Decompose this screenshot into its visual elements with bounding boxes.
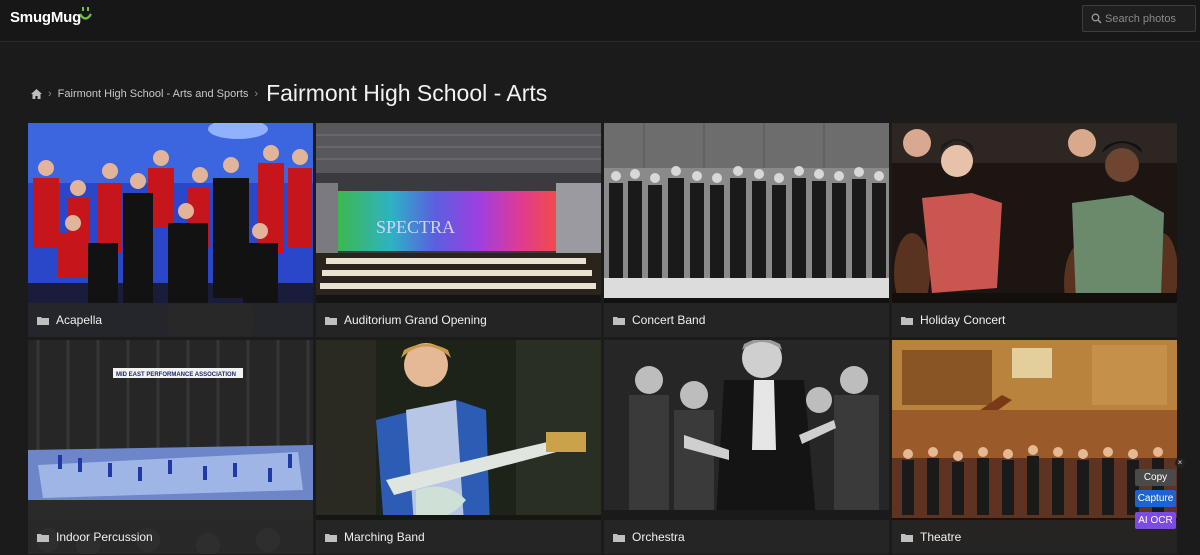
gallery-caption: Orchestra [604,520,889,554]
gallery-tile-acapella[interactable]: Acapella [28,123,313,337]
breadcrumb-link[interactable]: Fairmont High School - Arts and Sports [58,88,249,100]
gallery-tile-auditorium-grand-opening[interactable]: SPECTRA Auditorium Grand Opening [316,123,601,337]
smiley-face-icon [79,7,92,20]
folder-icon [325,316,337,325]
gallery-caption: Concert Band [604,303,889,337]
gallery-label: Theatre [920,530,962,544]
gallery-tile-concert-band[interactable]: Concert Band [604,123,889,337]
gallery-label: Orchestra [632,530,685,544]
gallery-label: Acapella [56,313,103,327]
gallery-label: Auditorium Grand Opening [344,313,487,327]
search-icon [1091,13,1102,24]
ai-ocr-button[interactable]: AI OCR [1135,512,1176,529]
breadcrumb: › Fairmont High School - Arts and Sports… [31,80,547,107]
folder-icon [37,316,49,325]
search-box[interactable] [1082,5,1196,32]
gallery-tile-marching-band[interactable]: Marching Band [316,340,601,554]
gallery-tile-orchestra[interactable]: Orchestra [604,340,889,554]
folder-icon [325,533,337,542]
banner-text: MID EAST PERFORMANCE ASSOCIATION [116,372,236,378]
search-input[interactable] [1105,6,1195,31]
chevron-right-icon: › [48,87,52,100]
gallery-caption: Indoor Percussion [28,520,313,554]
folder-icon [613,316,625,325]
chevron-right-icon: › [254,87,259,100]
folder-icon [901,316,913,325]
ocr-tool-panel: × Copy Capture AI OCR [1132,458,1185,532]
top-bar: SmugMug [0,0,1200,42]
gallery-label: Indoor Percussion [56,530,153,544]
home-icon[interactable] [31,88,42,99]
gallery-label: Concert Band [632,313,706,327]
gallery-tile-holiday-concert[interactable]: Holiday Concert [892,123,1177,337]
folder-icon [901,533,913,542]
page-title: Fairmont High School - Arts [266,80,548,106]
gallery-caption: Marching Band [316,520,601,554]
gallery-grid: Acapella SPECTRA Auditorium Grand Openin… [28,123,1178,555]
gallery-label: Marching Band [344,530,425,544]
gallery-tile-indoor-percussion[interactable]: MID EAST PERFORMANCE ASSOCIATION Indoor … [28,340,313,554]
close-icon[interactable]: × [1175,458,1185,468]
gallery-label: Holiday Concert [920,313,1006,327]
capture-button[interactable]: Capture [1135,490,1176,507]
smugmug-logo[interactable]: SmugMug [10,9,81,26]
gallery-caption: Auditorium Grand Opening [316,303,601,337]
gallery-caption: Acapella [28,303,313,337]
copy-button[interactable]: Copy [1135,469,1176,486]
stage-text: SPECTRA [376,217,455,237]
gallery-caption: Holiday Concert [892,303,1177,337]
folder-icon [613,533,625,542]
folder-icon [37,533,49,542]
